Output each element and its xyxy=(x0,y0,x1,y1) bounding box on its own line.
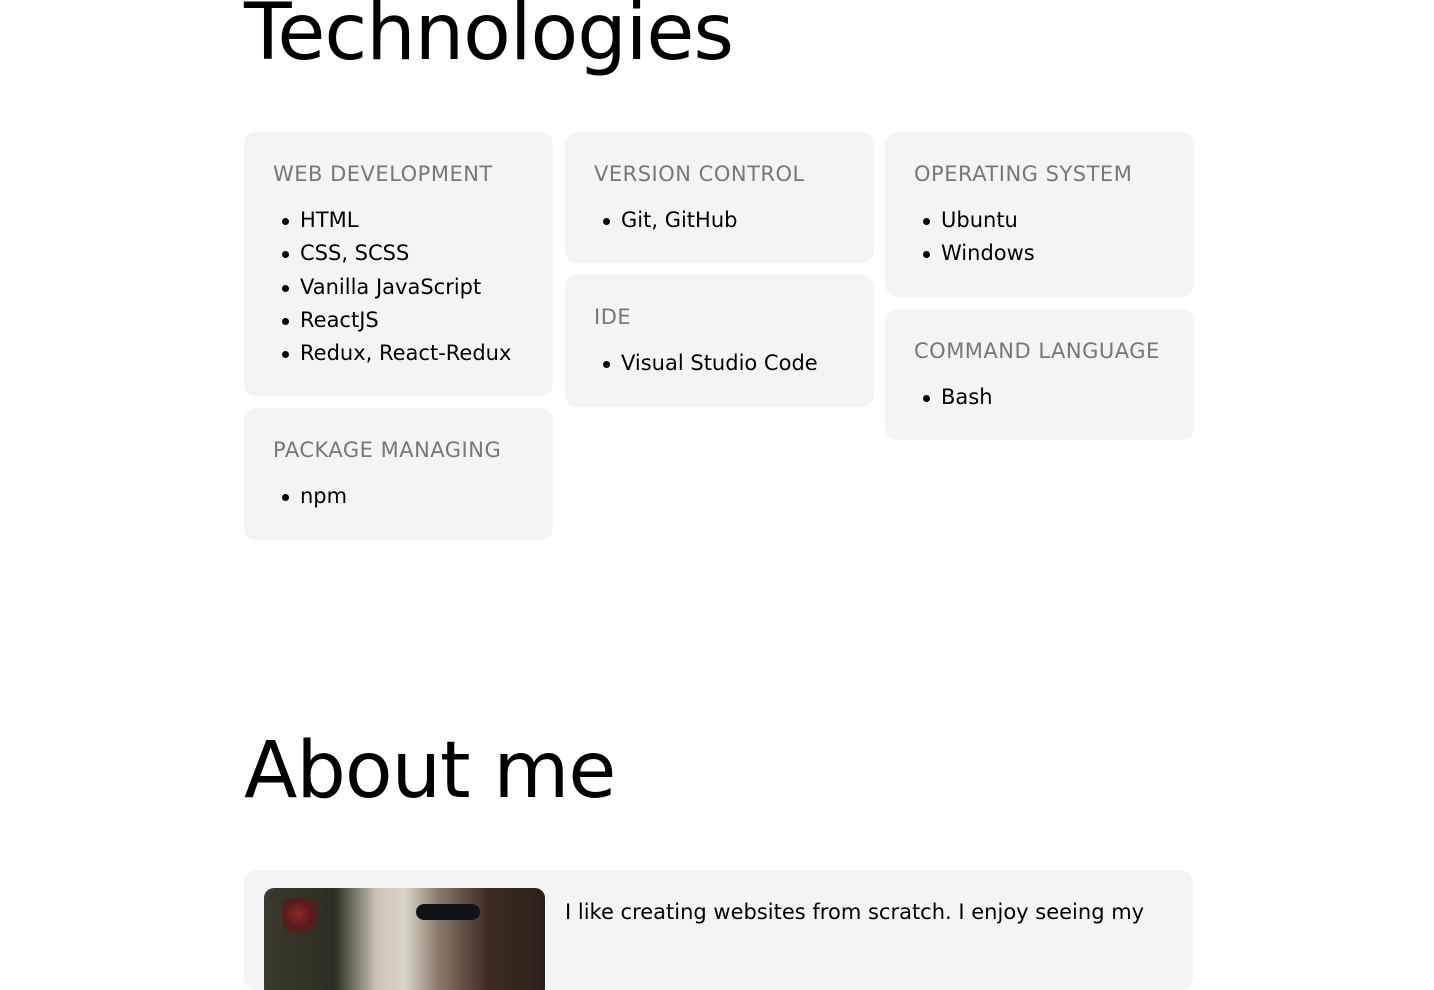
tech-item: npm xyxy=(273,480,525,513)
avatar xyxy=(264,888,545,990)
avatar-background-detail xyxy=(282,898,322,938)
tech-column-3: OPERATING SYSTEM Ubuntu Windows COMMAND … xyxy=(885,132,1194,452)
tech-item: ReactJS xyxy=(273,304,525,337)
about-heading: About me xyxy=(244,726,616,816)
card-title: COMMAND LANGUAGE xyxy=(914,338,1160,363)
tech-item: Windows xyxy=(914,237,1166,270)
tech-card-command-language: COMMAND LANGUAGE Bash xyxy=(885,308,1194,440)
tech-card-web-development: WEB DEVELOPMENT HTML CSS, SCSS Vanilla J… xyxy=(244,132,553,397)
tech-list: Visual Studio Code xyxy=(594,347,846,380)
tech-item: Git, GitHub xyxy=(594,204,846,237)
tech-item: Redux, React-Redux xyxy=(273,337,525,370)
tech-column-2: VERSION CONTROL Git, GitHub IDE Visual S… xyxy=(565,132,874,419)
tech-item: Ubuntu xyxy=(914,204,1166,237)
tech-list: Ubuntu Windows xyxy=(914,204,1166,271)
tech-list: HTML CSS, SCSS Vanilla JavaScript ReactJ… xyxy=(273,204,525,370)
tech-list: npm xyxy=(273,480,525,513)
tech-item: Visual Studio Code xyxy=(594,347,846,380)
about-text: I like creating websites from scratch. I… xyxy=(565,900,1145,924)
about-card: I like creating websites from scratch. I… xyxy=(244,870,1193,990)
tech-item: Vanilla JavaScript xyxy=(273,271,525,304)
tech-list: Bash xyxy=(914,381,1166,414)
technologies-grid: WEB DEVELOPMENT HTML CSS, SCSS Vanilla J… xyxy=(244,132,1194,552)
card-title: OPERATING SYSTEM xyxy=(914,162,1133,186)
tech-card-version-control: VERSION CONTROL Git, GitHub xyxy=(565,132,874,264)
card-title: IDE xyxy=(594,305,632,330)
tech-card-package-managing: PACKAGE MANAGING npm xyxy=(244,408,553,540)
tech-card-ide: IDE Visual Studio Code xyxy=(565,275,874,407)
card-title: WEB DEVELOPMENT xyxy=(273,162,493,186)
tech-item: CSS, SCSS xyxy=(273,237,525,270)
card-title: VERSION CONTROL xyxy=(594,162,805,186)
tech-column-1: WEB DEVELOPMENT HTML CSS, SCSS Vanilla J… xyxy=(244,132,553,552)
tech-item: HTML xyxy=(273,204,525,237)
tech-item: Bash xyxy=(914,381,1166,414)
avatar-glasses xyxy=(416,904,480,920)
card-title: PACKAGE MANAGING xyxy=(273,438,502,463)
tech-card-operating-system: OPERATING SYSTEM Ubuntu Windows xyxy=(885,132,1194,297)
technologies-heading: Technologies xyxy=(244,0,734,78)
tech-list: Git, GitHub xyxy=(594,204,846,237)
